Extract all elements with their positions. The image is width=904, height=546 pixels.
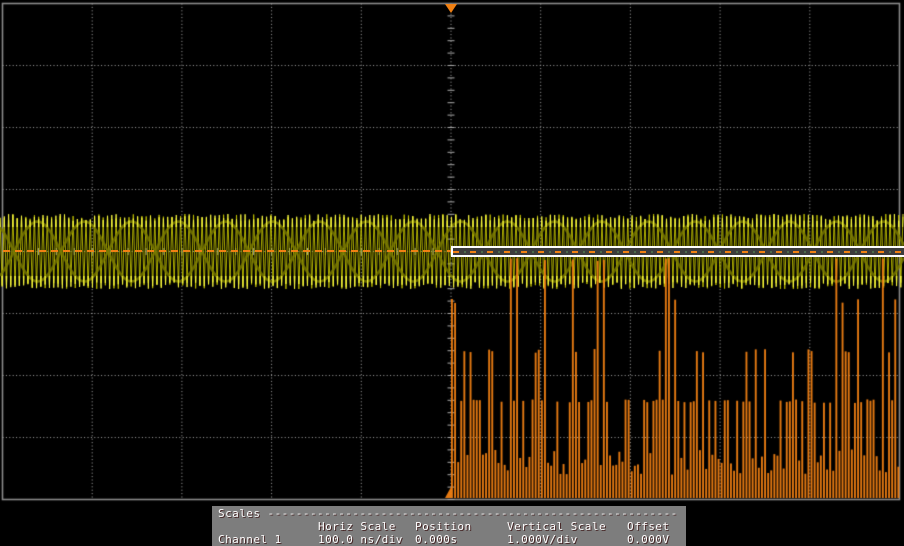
channel-horiz-scale-value: 100.0 ns/div [318,533,403,546]
header-position: Position [415,520,472,533]
channel-vertical-scale-value: 1.000V/div [507,533,578,546]
panel-title: Scales ---------------------------------… [218,507,678,520]
header-horiz-scale: Horiz Scale [318,520,396,533]
header-vertical-scale: Vertical Scale [507,520,606,533]
scales-panel: Scales ---------------------------------… [212,506,686,546]
channel-label: Channel 1 [218,533,282,546]
oscilloscope-screen: Scales ---------------------------------… [0,0,904,546]
channel-offset-value: 0.000V [627,533,669,546]
channel-position-value: 0.000s [415,533,457,546]
measurement-band [451,246,904,257]
trigger-level-line[interactable] [3,250,451,252]
band-center-dash [453,251,904,253]
trigger-position-marker[interactable] [445,4,457,13]
header-offset: Offset [627,520,669,533]
